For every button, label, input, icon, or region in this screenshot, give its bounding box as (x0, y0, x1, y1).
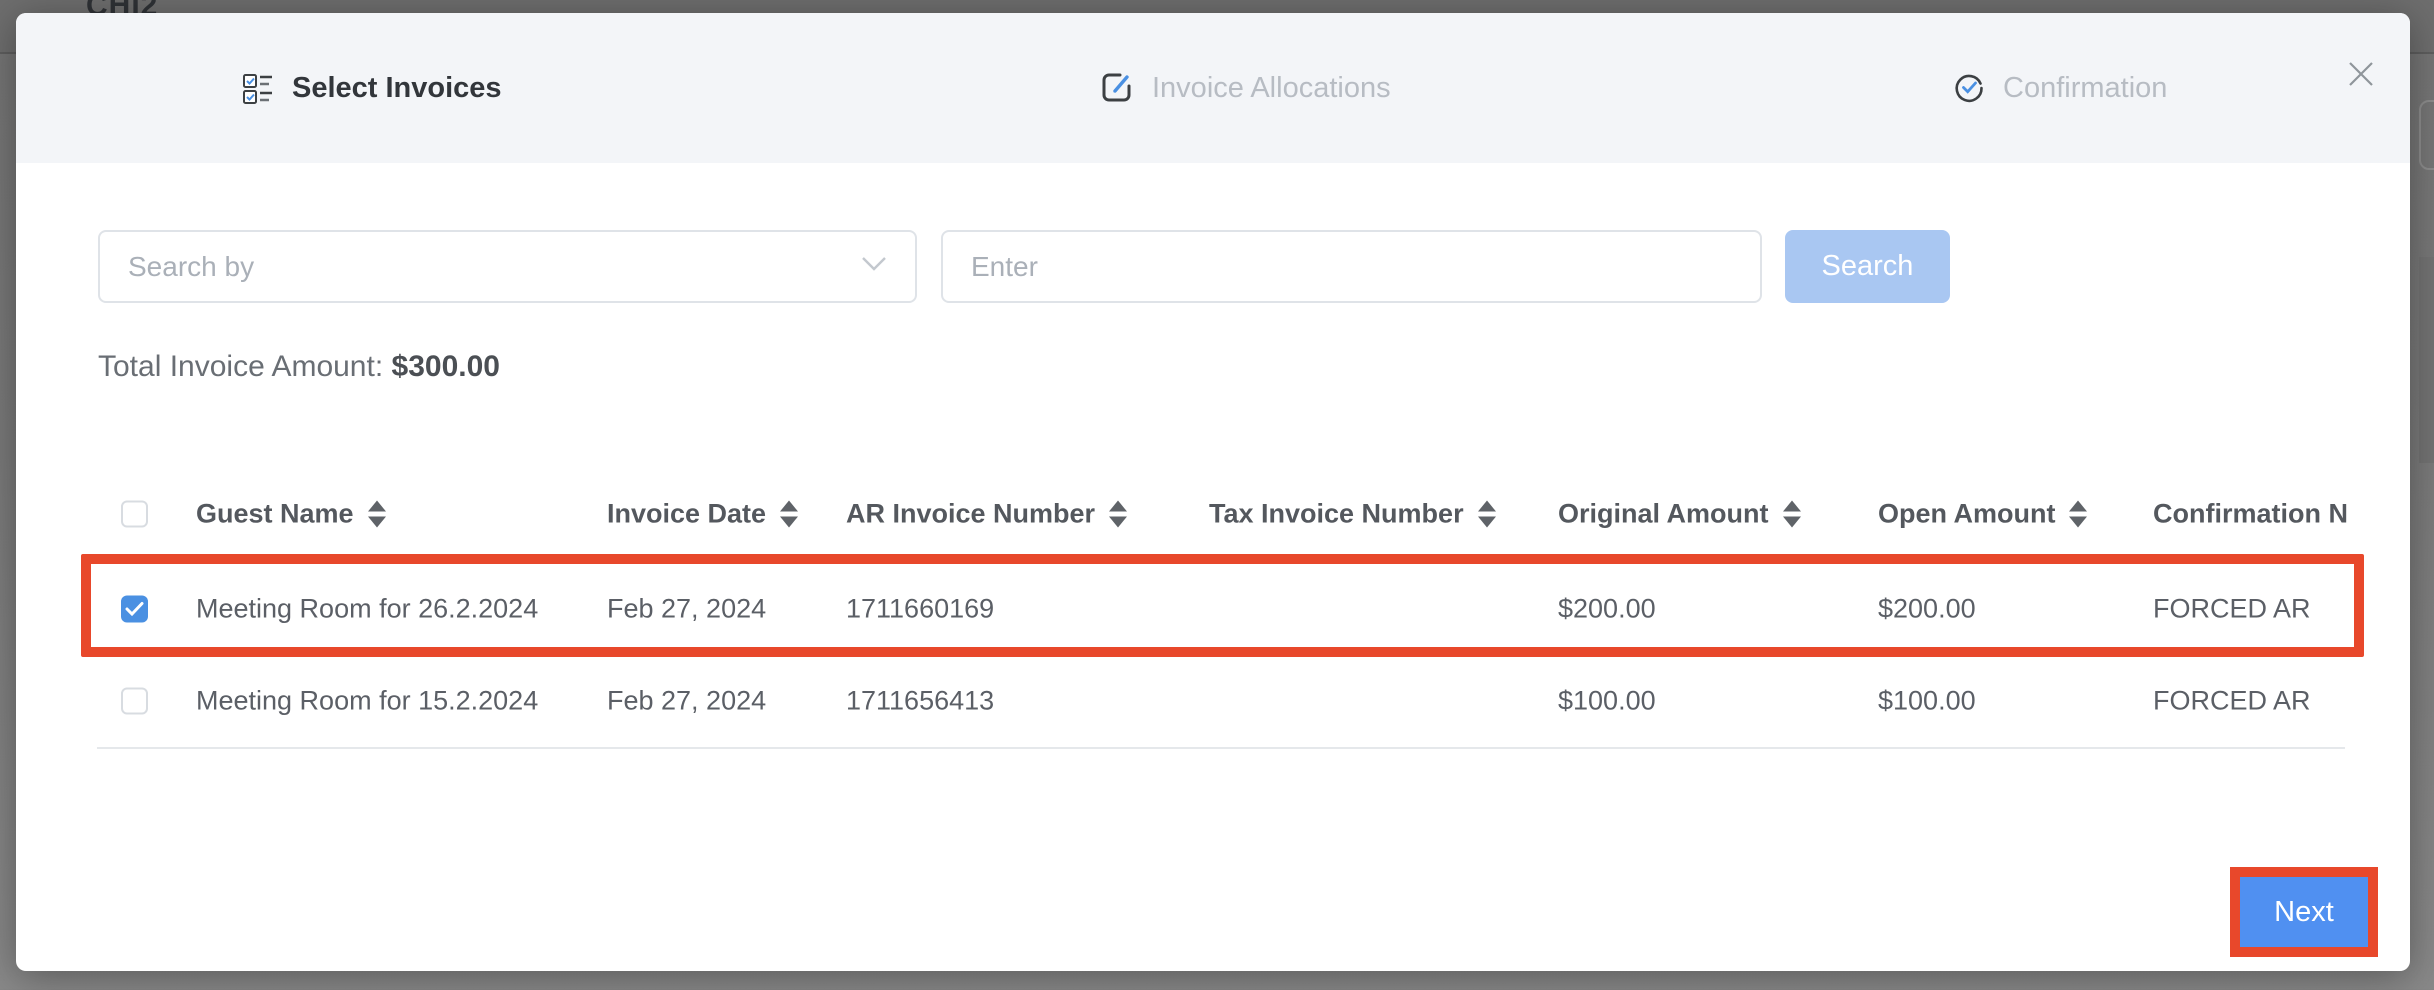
step-label: Select Invoices (292, 72, 502, 105)
select-invoices-modal: Select Invoices Invoice Allocations Conf… (16, 13, 2410, 971)
highlight-box-next-button: Next (2230, 867, 2378, 957)
sort-arrows-icon (780, 501, 798, 528)
column-header-original-amount[interactable]: Original Amount (1558, 499, 1801, 530)
cell-ar-invoice-number: 1711660169 (846, 594, 994, 625)
row-divider (97, 747, 2345, 749)
next-button[interactable]: Next (2240, 877, 2368, 947)
sort-arrows-icon (1109, 501, 1127, 528)
column-header-tax-invoice-number[interactable]: Tax Invoice Number (1209, 499, 1496, 530)
close-icon[interactable] (2348, 61, 2374, 87)
cell-ar-invoice-number: 1711656413 (846, 686, 994, 717)
step-label: Invoice Allocations (1152, 72, 1391, 105)
sort-arrows-icon (368, 501, 386, 528)
wizard-header: Select Invoices Invoice Allocations Conf… (16, 13, 2410, 163)
total-label: Total Invoice Amount: (98, 350, 383, 383)
select-all-checkbox[interactable] (121, 501, 148, 528)
search-value-input[interactable] (941, 230, 1762, 303)
search-by-select[interactable]: Search by (98, 230, 917, 303)
column-header-invoice-date[interactable]: Invoice Date (607, 499, 798, 530)
cell-confirmation: FORCED AR (2153, 686, 2311, 717)
sort-arrows-icon (1478, 501, 1496, 528)
cell-open-amount: $200.00 (1878, 594, 1976, 625)
cell-invoice-date: Feb 27, 2024 (607, 686, 766, 717)
sort-arrows-icon (2069, 501, 2087, 528)
column-header-guest-name[interactable]: Guest Name (196, 499, 386, 530)
cell-confirmation: FORCED AR (2153, 594, 2311, 625)
column-header-open-amount[interactable]: Open Amount (1878, 499, 2087, 530)
cell-guest-name: Meeting Room for 15.2.2024 (196, 686, 538, 717)
checkbox-checked-icon[interactable] (121, 596, 148, 623)
column-header-confirmation-number[interactable]: Confirmation N (2153, 499, 2357, 530)
total-invoice-amount: Total Invoice Amount: $300.00 (98, 350, 500, 384)
cell-invoice-date: Feb 27, 2024 (607, 594, 766, 625)
total-value: $300.00 (392, 350, 500, 383)
cell-original-amount: $100.00 (1558, 686, 1656, 717)
cell-original-amount: $200.00 (1558, 594, 1656, 625)
sort-arrows-icon (1783, 501, 1801, 528)
step-invoice-allocations[interactable]: Invoice Allocations (1100, 13, 1391, 163)
background-ghost-panel (2419, 257, 2434, 463)
search-button[interactable]: Search (1785, 230, 1950, 303)
cell-open-amount: $100.00 (1878, 686, 1976, 717)
column-header-ar-invoice-number[interactable]: AR Invoice Number (846, 499, 1127, 530)
step-confirmation[interactable]: Confirmation (1953, 13, 2167, 163)
check-circle-icon (1953, 72, 1985, 104)
edit-icon (1100, 71, 1134, 105)
search-by-placeholder: Search by (128, 251, 254, 283)
checklist-icon (242, 72, 274, 104)
checkbox-unchecked-icon[interactable] (121, 688, 148, 715)
cell-guest-name: Meeting Room for 26.2.2024 (196, 594, 538, 625)
step-select-invoices[interactable]: Select Invoices (242, 13, 502, 163)
step-label: Confirmation (2003, 72, 2167, 105)
chevron-down-icon (861, 256, 887, 277)
background-ghost-button (2419, 100, 2434, 170)
